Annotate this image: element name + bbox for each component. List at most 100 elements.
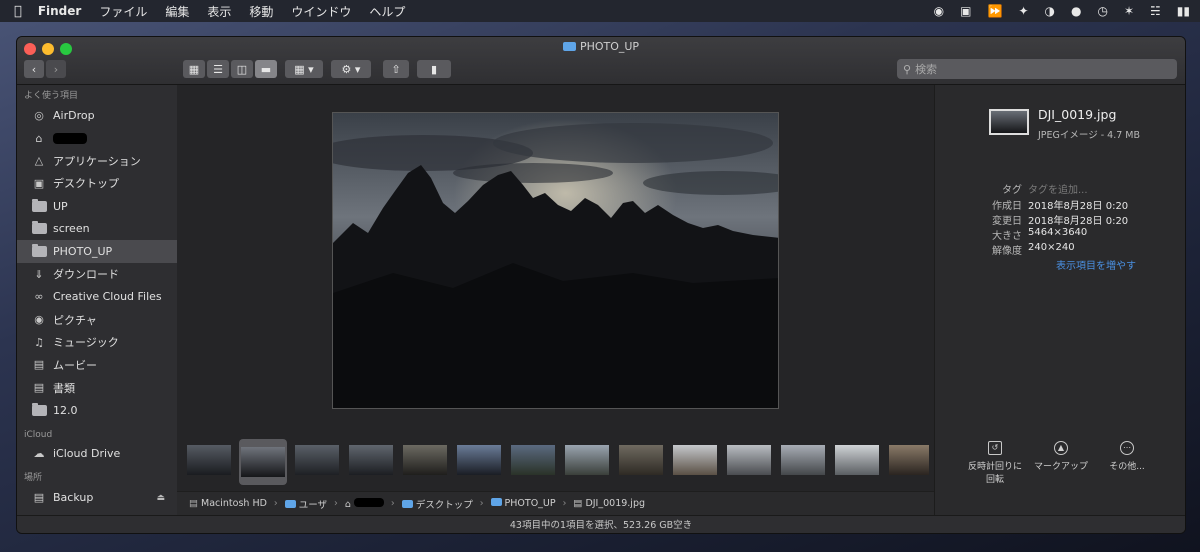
size-row: 大きさ 5464×3640 bbox=[992, 227, 1088, 242]
toolbar: PHOTO_UP ‹ › ▦ ☰ ◫ ▬ ▦ ▾ ⚙ ▾ ⇧ ▮ ⚲ bbox=[17, 37, 1185, 85]
thumbnail[interactable] bbox=[349, 445, 393, 475]
sidebar-item-home[interactable]: ⌂ bbox=[17, 127, 177, 150]
folder-icon bbox=[31, 198, 47, 213]
toggle-icon[interactable]: ◑ bbox=[1045, 4, 1055, 18]
thumbnail[interactable] bbox=[781, 445, 825, 475]
sidebar-item-backup[interactable]: ▤ Backup ⏏ bbox=[17, 486, 177, 509]
battery-icon[interactable]: ▮▮ bbox=[1177, 4, 1190, 18]
path-item-file[interactable]: ▤ DJI_0019.jpg bbox=[573, 498, 645, 509]
thumbnail[interactable] bbox=[889, 445, 929, 475]
path-item-home[interactable]: ⌂ bbox=[344, 497, 384, 510]
thumbnail[interactable] bbox=[835, 445, 879, 475]
search-input[interactable] bbox=[915, 62, 1156, 76]
menu-edit[interactable]: 編集 bbox=[165, 3, 189, 20]
group-button[interactable]: ▦ ▾ bbox=[285, 60, 323, 78]
creative-cloud-status-icon[interactable]: ◉ bbox=[934, 4, 944, 18]
sidebar-item-creative-cloud[interactable]: ∞ Creative Cloud Files bbox=[17, 286, 177, 309]
file-name: DJI_0019.jpg bbox=[1038, 107, 1117, 122]
eject-icon[interactable]: ⏏ bbox=[156, 493, 165, 503]
menu-app-name[interactable]: Finder bbox=[38, 4, 82, 18]
tags-button[interactable]: ▮ bbox=[417, 60, 451, 78]
menu-view[interactable]: 表示 bbox=[207, 3, 231, 20]
applications-icon: △ bbox=[34, 154, 44, 168]
sidebar-item-movies[interactable]: ▤ ムービー bbox=[17, 354, 177, 377]
thumbnail[interactable] bbox=[457, 445, 501, 475]
path-item-desktop[interactable]: デスクトップ bbox=[401, 497, 473, 511]
search-field[interactable]: ⚲ bbox=[897, 59, 1177, 79]
sidebar-item-screen[interactable]: screen bbox=[17, 217, 177, 240]
thumbnail[interactable] bbox=[673, 445, 717, 475]
fast-forward-icon[interactable]: ⏩ bbox=[987, 4, 1002, 18]
home-icon: ⌂ bbox=[35, 131, 43, 145]
time-machine-icon[interactable]: ◷ bbox=[1097, 4, 1107, 18]
sidebar-item-12-0[interactable]: 12.0 bbox=[17, 399, 177, 422]
thumbnail-strip bbox=[177, 439, 934, 485]
folder-icon bbox=[31, 243, 47, 258]
folder-icon bbox=[562, 42, 576, 51]
status-bar: 43項目中の1項目を選択、523.26 GB空き bbox=[17, 515, 1185, 533]
rotate-left-icon: ↺ bbox=[988, 441, 1002, 455]
markup-icon: ▲ bbox=[1054, 441, 1068, 455]
screen-mirroring-icon[interactable]: ▣ bbox=[960, 4, 971, 18]
list-view-button[interactable]: ☰ bbox=[207, 60, 229, 78]
thumbnail[interactable] bbox=[565, 445, 609, 475]
folder-icon bbox=[31, 402, 47, 417]
sidebar-item-airdrop[interactable]: ◎ AirDrop bbox=[17, 104, 177, 127]
inspector-panel: DJI_0019.jpg JPEGイメージ - 4.7 MB タグ タグを追加.… bbox=[934, 85, 1185, 533]
thumbnail[interactable] bbox=[727, 445, 771, 475]
sidebar-item-desktop[interactable]: ▣ デスクトップ bbox=[17, 172, 177, 195]
home-icon: ⌂ bbox=[344, 498, 351, 510]
file-kind: JPEGイメージ - 4.7 MB bbox=[1038, 130, 1141, 141]
more-button[interactable]: ⋯ その他... bbox=[1092, 441, 1162, 472]
tags-input[interactable]: タグを追加... bbox=[1028, 181, 1088, 196]
sidebar-item-music[interactable]: ♫ ミュージック bbox=[17, 331, 177, 354]
path-item-photo-up[interactable]: PHOTO_UP bbox=[490, 498, 556, 509]
preview-image[interactable] bbox=[332, 112, 779, 409]
menu-bar:  Finder ファイル 編集 表示 移動 ウインドウ ヘルプ ◉ ▣ ⏩ ✦… bbox=[0, 0, 1200, 22]
wifi-icon[interactable]: ☵ bbox=[1150, 4, 1161, 18]
thumbnail[interactable] bbox=[511, 445, 555, 475]
thumbnail-selected[interactable] bbox=[241, 447, 285, 477]
sidebar-item-documents[interactable]: ▤ 書類 bbox=[17, 376, 177, 399]
sidebar-section-favorites: よく使う項目 bbox=[24, 91, 79, 101]
markup-button[interactable]: ▲ マークアップ bbox=[1026, 441, 1096, 472]
sidebar-item-pictures[interactable]: ◉ ピクチャ bbox=[17, 308, 177, 331]
cloud-icon: ☁ bbox=[33, 447, 45, 461]
bluetooth-icon[interactable]: ✶ bbox=[1124, 4, 1134, 18]
share-button[interactable]: ⇧ bbox=[383, 60, 409, 78]
music-icon: ♫ bbox=[34, 335, 44, 349]
forward-button[interactable]: › bbox=[46, 60, 66, 78]
airdrop-icon: ◎ bbox=[34, 108, 44, 122]
rotate-left-button[interactable]: ↺ 反時計回りに 回転 bbox=[960, 441, 1030, 485]
apple-menu-icon[interactable]:  bbox=[14, 4, 22, 19]
sidebar-item-downloads[interactable]: ⇓ ダウンロード bbox=[17, 263, 177, 286]
gallery-view-button[interactable]: ▬ bbox=[255, 60, 277, 78]
created-row: 作成日 2018年8月28日 0:20 bbox=[992, 201, 1129, 212]
icon-view-button[interactable]: ▦ bbox=[183, 60, 205, 78]
action-gear-button[interactable]: ⚙ ▾ bbox=[331, 60, 371, 78]
back-button[interactable]: ‹ bbox=[24, 60, 44, 78]
path-item-users[interactable]: ユーザ bbox=[284, 497, 327, 511]
menu-help[interactable]: ヘルプ bbox=[369, 3, 405, 20]
sidebar-item-photo-up[interactable]: PHOTO_UP bbox=[17, 240, 177, 263]
hat-icon[interactable]: ● bbox=[1071, 4, 1081, 18]
download-icon: ⇓ bbox=[34, 267, 44, 281]
file-icon: ▤ bbox=[573, 498, 583, 509]
menu-window[interactable]: ウインドウ bbox=[291, 3, 351, 20]
column-view-button[interactable]: ◫ bbox=[231, 60, 253, 78]
menu-file[interactable]: ファイル bbox=[99, 3, 147, 20]
sidebar-item-up[interactable]: UP bbox=[17, 195, 177, 218]
thumbnail[interactable] bbox=[403, 445, 447, 475]
path-item-macintosh-hd[interactable]: ▤ Macintosh HD bbox=[189, 498, 267, 509]
thumbnail[interactable] bbox=[619, 445, 663, 475]
pin-icon[interactable]: ✦ bbox=[1018, 4, 1028, 18]
show-more-link[interactable]: 表示項目を増やす bbox=[1056, 257, 1136, 272]
sidebar-item-icloud-drive[interactable]: ☁ iCloud Drive bbox=[17, 443, 177, 466]
thumbnail[interactable] bbox=[187, 445, 231, 475]
thumbnail[interactable] bbox=[295, 445, 339, 475]
desktop-icon: ▣ bbox=[33, 176, 45, 190]
file-thumbnail bbox=[989, 109, 1029, 135]
sidebar-item-applications[interactable]: △ アプリケーション bbox=[17, 149, 177, 172]
menu-go[interactable]: 移動 bbox=[249, 3, 273, 20]
sidebar-section-locations: 場所 bbox=[24, 473, 43, 484]
